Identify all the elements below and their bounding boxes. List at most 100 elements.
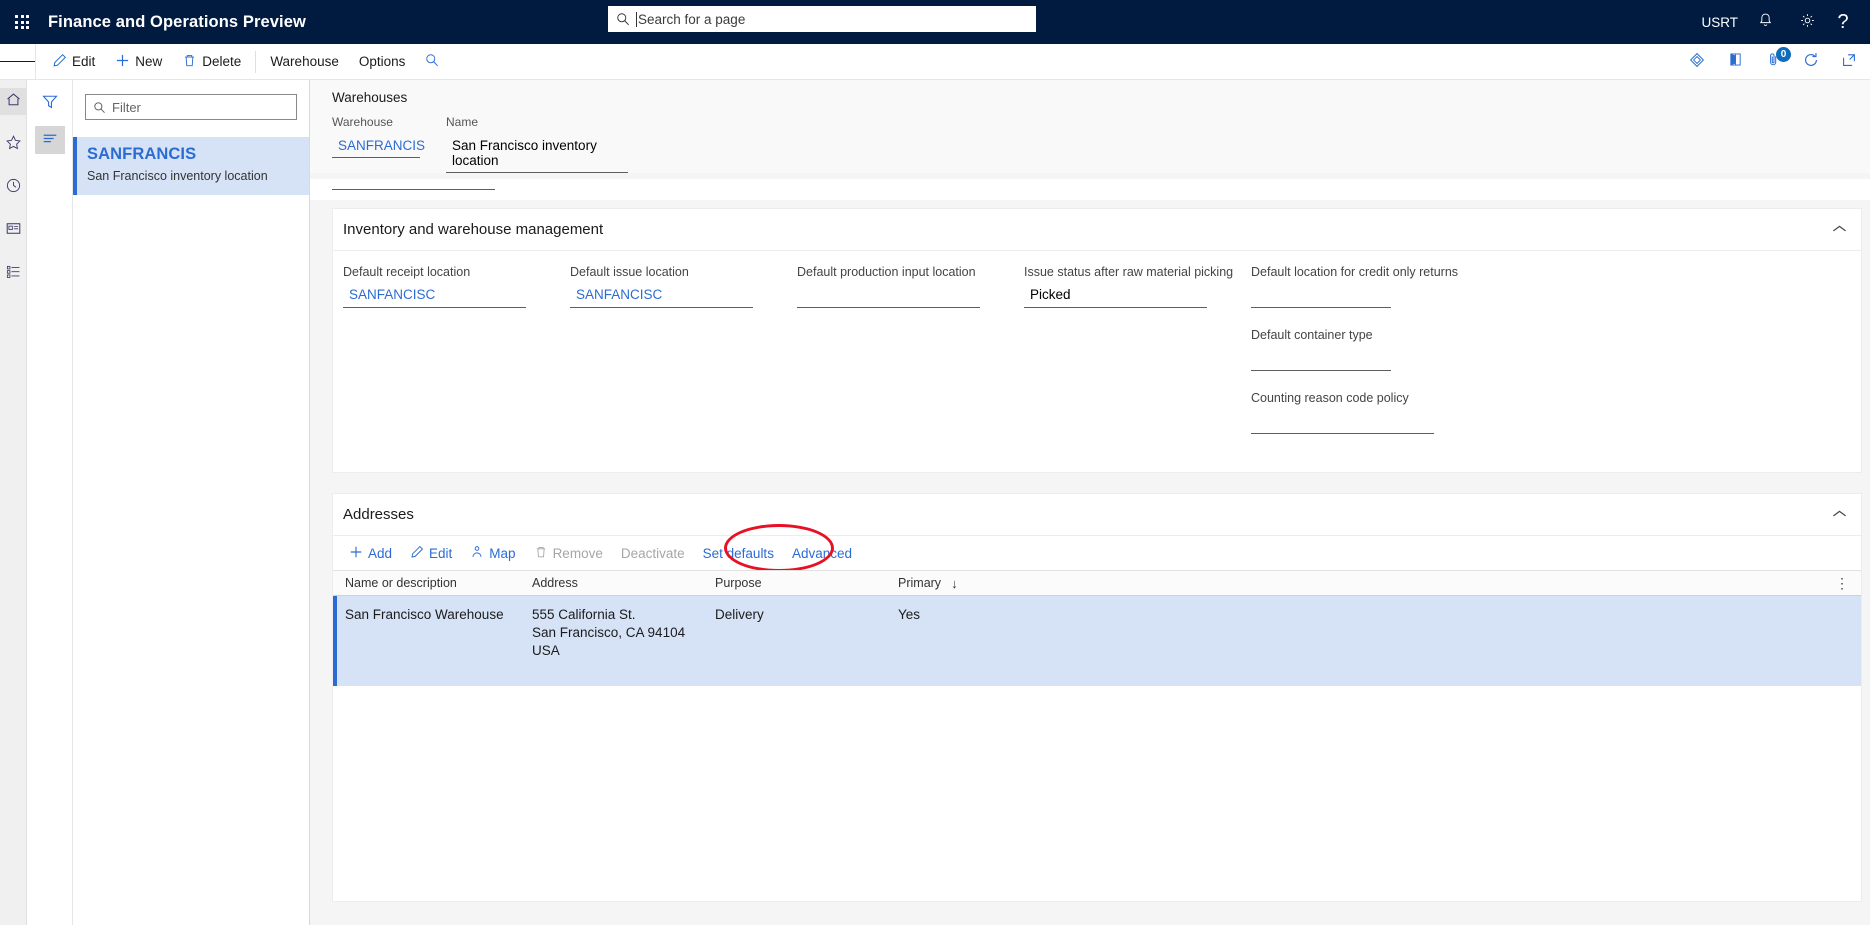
header-stub-field[interactable]	[332, 187, 495, 190]
form-header: Warehouses Warehouse SANFRANCIS Name San…	[310, 80, 1870, 173]
table-row[interactable]: San Francisco Warehouse 555 California S…	[333, 596, 1861, 686]
plus-icon	[349, 545, 363, 562]
rail-item-modules[interactable]	[0, 260, 27, 287]
notifications-button[interactable]	[1744, 0, 1786, 44]
modules-list-icon	[5, 263, 22, 285]
list-filter-input[interactable]: Filter	[85, 94, 297, 120]
inventory-section-title: Inventory and warehouse management	[343, 221, 604, 238]
default-receipt-location-label: Default receipt location	[343, 265, 471, 279]
list-toolbar-rail	[27, 80, 73, 925]
app-title: Finance and Operations Preview	[48, 12, 306, 31]
addresses-toolbar: Add Edit Map Remove Deactivate Set defau…	[333, 524, 1861, 572]
chevron-up-icon[interactable]	[1832, 222, 1847, 237]
address-map-label: Map	[489, 545, 516, 561]
address-advanced-button[interactable]: Advanced	[784, 542, 860, 565]
default-container-type-input[interactable]	[1251, 349, 1391, 371]
counting-reason-code-policy-input[interactable]	[1251, 412, 1434, 434]
address-deactivate-button: Deactivate	[620, 545, 685, 561]
address-edit-label: Edit	[429, 545, 453, 561]
app-launcher-button[interactable]	[0, 0, 44, 44]
company-selector[interactable]: USRT	[1695, 0, 1744, 44]
settings-button[interactable]	[1786, 0, 1828, 44]
bell-icon	[1757, 12, 1774, 32]
command-search-button[interactable]	[415, 44, 449, 80]
delete-button[interactable]: Delete	[172, 44, 251, 80]
new-button[interactable]: New	[105, 44, 172, 80]
list-filter-placeholder: Filter	[112, 99, 141, 115]
office-icon	[1727, 51, 1744, 73]
personalize-icon	[1688, 51, 1706, 74]
refresh-icon	[1802, 51, 1820, 74]
address-edit-button[interactable]: Edit	[402, 541, 460, 566]
text-caret	[636, 11, 637, 27]
name-field-value[interactable]: San Francisco inventory location	[446, 136, 628, 173]
warehouse-field-label: Warehouse	[332, 115, 393, 129]
address-line-1: 555 California St.	[532, 607, 636, 622]
topbar-right-group: USRT ?	[1695, 0, 1870, 44]
navigation-menu-button[interactable]	[0, 43, 36, 80]
pencil-icon	[410, 545, 424, 562]
attachments-count-badge: 0	[1776, 47, 1791, 62]
filter-pane-button[interactable]	[35, 90, 65, 118]
cell-purpose: Delivery	[715, 607, 764, 622]
chevron-up-icon[interactable]	[1832, 507, 1847, 522]
inventory-section-header[interactable]: Inventory and warehouse management	[333, 209, 1861, 251]
help-button[interactable]: ?	[1828, 0, 1870, 44]
page-title: Warehouses	[332, 90, 408, 105]
default-location-credit-only-returns-input[interactable]	[1251, 286, 1391, 308]
default-container-type-label: Default container type	[1251, 328, 1373, 342]
list-item[interactable]: SANFRANCIS San Francisco inventory locat…	[73, 137, 309, 195]
rail-item-workspaces[interactable]	[0, 217, 27, 244]
main-content: Warehouses Warehouse SANFRANCIS Name San…	[310, 80, 1870, 925]
column-header-primary[interactable]: Primary ↓	[894, 576, 1024, 591]
rail-item-favorites[interactable]	[0, 131, 27, 158]
personalize-button[interactable]	[1684, 49, 1710, 75]
issue-status-after-raw-material-picking-select[interactable]: Picked	[1024, 286, 1207, 308]
address-remove-label: Remove	[552, 545, 603, 561]
delete-button-label: Delete	[202, 54, 242, 69]
default-issue-location-input[interactable]: SANFANCISC	[570, 286, 753, 308]
grid-options-icon[interactable]: ⋮	[1835, 575, 1849, 592]
list-item-title: SANFRANCIS	[87, 145, 197, 163]
address-set-defaults-button[interactable]: Set defaults	[695, 542, 782, 565]
trash-icon	[182, 53, 197, 71]
rail-item-recent[interactable]	[0, 174, 27, 201]
addresses-section-header[interactable]: Addresses	[333, 494, 1861, 536]
list-view-button[interactable]	[34, 126, 65, 154]
column-header-name-or-description[interactable]: Name or description	[341, 576, 528, 590]
global-search-box[interactable]: Search for a page	[608, 6, 1036, 32]
refresh-button[interactable]	[1798, 49, 1824, 75]
warehouse-menu-button[interactable]: Warehouse	[260, 44, 349, 80]
warehouse-field-value[interactable]: SANFRANCIS	[332, 136, 425, 158]
hamburger-icon-line	[0, 60, 12, 63]
options-menu-button[interactable]: Options	[349, 44, 416, 80]
top-navigation-bar: Finance and Operations Preview Search fo…	[0, 0, 1870, 44]
addresses-grid-header: Name or description Address Purpose Prim…	[333, 570, 1861, 596]
warehouse-field: Warehouse SANFRANCIS	[332, 115, 425, 173]
command-bar-divider	[255, 50, 257, 73]
pencil-icon	[52, 53, 67, 71]
addresses-section: Addresses Add Edit Map Remove Deactivate…	[332, 493, 1862, 902]
default-production-input-location-input[interactable]	[797, 286, 980, 308]
column-header-address[interactable]: Address	[528, 576, 711, 590]
inventory-column-2: Default issue location SANFANCISC	[570, 265, 797, 454]
trash-icon	[534, 545, 548, 562]
hamburger-icon-line	[23, 60, 36, 63]
edit-button[interactable]: Edit	[42, 44, 105, 80]
addresses-section-title: Addresses	[343, 506, 414, 523]
attachments-button[interactable]: 0	[1760, 47, 1791, 75]
inventory-column-5: Default location for credit only returns…	[1251, 265, 1478, 454]
rail-item-home[interactable]	[0, 88, 27, 115]
open-in-new-icon	[1840, 51, 1858, 74]
sort-descending-icon: ↓	[951, 575, 958, 591]
column-header-purpose[interactable]: Purpose	[711, 576, 894, 590]
inventory-column-3: Default production input location	[797, 265, 1024, 454]
open-in-new-window-button[interactable]	[1836, 49, 1862, 75]
default-receipt-location-input[interactable]: SANFANCISC	[343, 286, 526, 308]
address-add-button[interactable]: Add	[341, 541, 400, 566]
office-apps-button[interactable]	[1722, 49, 1748, 75]
waffle-icon	[15, 15, 29, 29]
cell-address: 555 California St. San Francisco, CA 941…	[528, 606, 711, 686]
header-fields: Warehouse SANFRANCIS Name San Francisco …	[332, 115, 1848, 173]
address-map-button[interactable]: Map	[462, 541, 523, 566]
